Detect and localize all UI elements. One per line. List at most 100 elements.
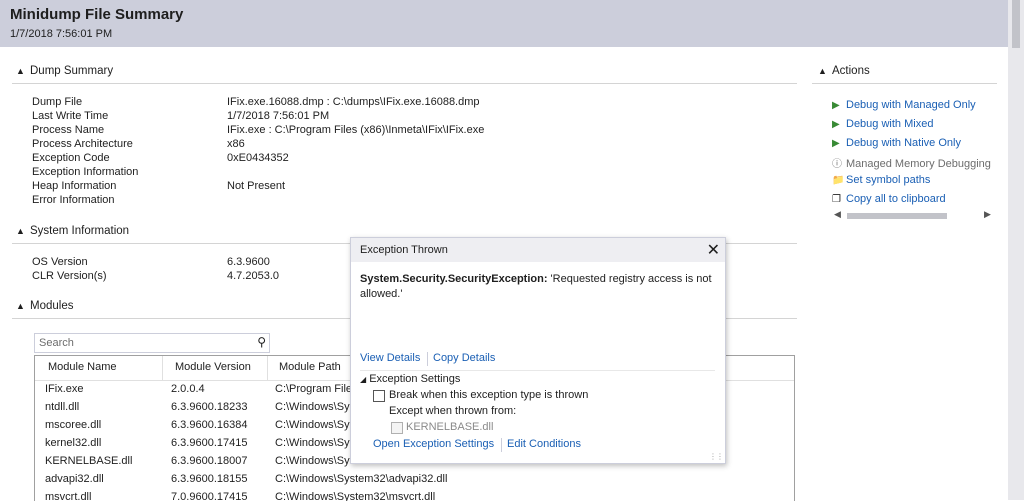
kv-value: IFix.exe : C:\Program Files (x86)\Inmeta…: [227, 124, 485, 136]
divider: [812, 83, 997, 84]
module-name: advapi32.dll: [45, 473, 104, 485]
module-name: kernel32.dll: [45, 437, 102, 449]
managed-memory-debugging-link[interactable]: ⓘ Managed Memory Debugging: [832, 155, 991, 170]
module-name: IFix.exe: [45, 383, 84, 395]
search-placeholder: Search: [39, 337, 74, 349]
kv-value: IFix.exe.16088.dmp : C:\dumps\IFix.exe.1…: [227, 96, 480, 108]
column-header[interactable]: Module Name: [48, 361, 116, 373]
scroll-thumb[interactable]: [1012, 0, 1020, 48]
kv-label: Exception Information: [32, 166, 139, 178]
page-header: Minidump File Summary 1/7/2018 7:56:01 P…: [0, 0, 1008, 47]
link-separator: [501, 438, 502, 452]
module-name: mscoree.dll: [45, 419, 102, 431]
view-details-link[interactable]: View Details: [360, 352, 420, 364]
kv-value: 0xE0434352: [227, 152, 289, 164]
column-header[interactable]: Module Version: [175, 361, 251, 373]
table-row[interactable]: msvcrt.dll 7.0.9600.17415 C:\Windows\Sys…: [35, 489, 794, 501]
kv-label: CLR Version(s): [32, 270, 107, 282]
kv-label: Error Information: [32, 194, 115, 206]
module-path: C:\Windows\Sy: [275, 455, 350, 467]
module-version: 6.3.9600.17415: [171, 437, 248, 449]
dump-summary-header[interactable]: ▲ Dump Summary: [16, 65, 113, 77]
kv-value: 6.3.9600: [227, 256, 270, 268]
module-path: C:\Windows\Sy: [275, 437, 350, 449]
close-icon[interactable]: ✕: [707, 240, 720, 260]
resize-grip-icon[interactable]: ⋮⋮: [709, 452, 724, 461]
module-path: C:\Windows\Sy: [275, 419, 350, 431]
kv-value: 4.7.2053.0: [227, 270, 279, 282]
kv-label: Dump File: [32, 96, 83, 108]
actions-horizontal-scrollbar[interactable]: ◀ ▶: [832, 209, 992, 222]
system-info-title: System Information: [30, 225, 130, 237]
collapse-icon: ▲: [818, 66, 827, 76]
modules-title: Modules: [30, 300, 74, 312]
module-version: 2.0.0.4: [171, 383, 205, 395]
folder-icon: 📁: [832, 175, 845, 186]
dump-summary-title: Dump Summary: [30, 65, 114, 77]
module-name: ntdll.dll: [45, 401, 80, 413]
kv-label: Exception Code: [32, 152, 110, 164]
module-path: C:\Windows\Sy: [275, 401, 350, 413]
collapse-icon: ▲: [16, 66, 25, 76]
module-version: 6.3.9600.18233: [171, 401, 248, 413]
exception-message: System.Security.SecurityException: 'Requ…: [360, 272, 715, 302]
kv-label: Last Write Time: [32, 110, 109, 122]
actions-header[interactable]: ▲ Actions: [818, 65, 870, 77]
popup-title-bar: Exception Thrown ✕: [351, 238, 725, 262]
copy-details-link[interactable]: Copy Details: [433, 352, 495, 364]
vertical-scrollbar[interactable]: [1008, 0, 1024, 500]
exception-type: System.Security.SecurityException:: [360, 273, 548, 285]
exception-settings-header[interactable]: ◢ Exception Settings: [360, 373, 460, 385]
copy-all-link[interactable]: ❐ Copy all to clipboard: [832, 193, 946, 205]
module-version: 6.3.9600.18155: [171, 473, 248, 485]
exception-popup: Exception Thrown ✕ System.Security.Secur…: [350, 237, 726, 464]
divider: [12, 243, 350, 244]
debug-mixed-link[interactable]: ▶ Debug with Mixed: [832, 118, 933, 130]
kernelbase-checkbox[interactable]: [391, 422, 403, 434]
scroll-thumb[interactable]: [847, 213, 947, 219]
divider: [360, 370, 715, 371]
play-icon: ▶: [832, 100, 840, 111]
collapse-icon: ▲: [16, 301, 25, 311]
column-header[interactable]: Module Path: [279, 361, 341, 373]
debug-managed-only-link[interactable]: ▶ Debug with Managed Only: [832, 99, 976, 111]
kv-value: Not Present: [227, 180, 286, 192]
divider: [724, 318, 797, 319]
table-row[interactable]: advapi32.dll 6.3.9600.18155 C:\Windows\S…: [35, 471, 794, 489]
scroll-left-icon[interactable]: ◀: [834, 209, 841, 220]
kv-label: Process Name: [32, 124, 105, 136]
actions-title: Actions: [832, 65, 870, 77]
except-when-label: Except when thrown from:: [389, 405, 517, 417]
edit-conditions-link[interactable]: Edit Conditions: [507, 438, 581, 450]
kv-label: OS Version: [32, 256, 88, 268]
link-separator: [427, 352, 428, 366]
expand-icon: ◢: [360, 375, 367, 384]
page-title: Minidump File Summary: [10, 6, 184, 23]
modules-header[interactable]: ▲ Modules: [16, 300, 73, 312]
module-path: C:\Program File: [275, 383, 353, 395]
module-version: 6.3.9600.18007: [171, 455, 248, 467]
break-when-thrown-checkbox[interactable]: [373, 390, 385, 402]
module-path: C:\Windows\System32\advapi32.dll: [275, 473, 448, 485]
debug-native-only-link[interactable]: ▶ Debug with Native Only: [832, 137, 961, 149]
system-info-header[interactable]: ▲ System Information: [16, 225, 129, 237]
module-version: 6.3.9600.16384: [171, 419, 248, 431]
page-date: 1/7/2018 7:56:01 PM: [10, 28, 113, 40]
scroll-right-icon[interactable]: ▶: [984, 209, 991, 220]
open-exception-settings-link[interactable]: Open Exception Settings: [373, 438, 494, 450]
kv-value: 1/7/2018 7:56:01 PM: [227, 110, 330, 122]
divider: [12, 83, 797, 84]
column-divider[interactable]: [267, 356, 268, 380]
copy-icon: ❐: [832, 194, 841, 205]
column-divider[interactable]: [162, 356, 163, 380]
modules-search-input[interactable]: Search ⚲: [34, 333, 270, 353]
popup-title: Exception Thrown: [360, 244, 448, 256]
play-icon: ▶: [832, 119, 840, 130]
info-icon: ⓘ: [832, 159, 842, 170]
kv-label: Heap Information: [32, 180, 117, 192]
collapse-icon: ▲: [16, 226, 25, 236]
search-icon[interactable]: ⚲: [257, 335, 266, 349]
kv-value: x86: [227, 138, 245, 150]
set-symbol-paths-link[interactable]: 📁 Set symbol paths: [832, 174, 930, 186]
divider: [724, 243, 797, 244]
